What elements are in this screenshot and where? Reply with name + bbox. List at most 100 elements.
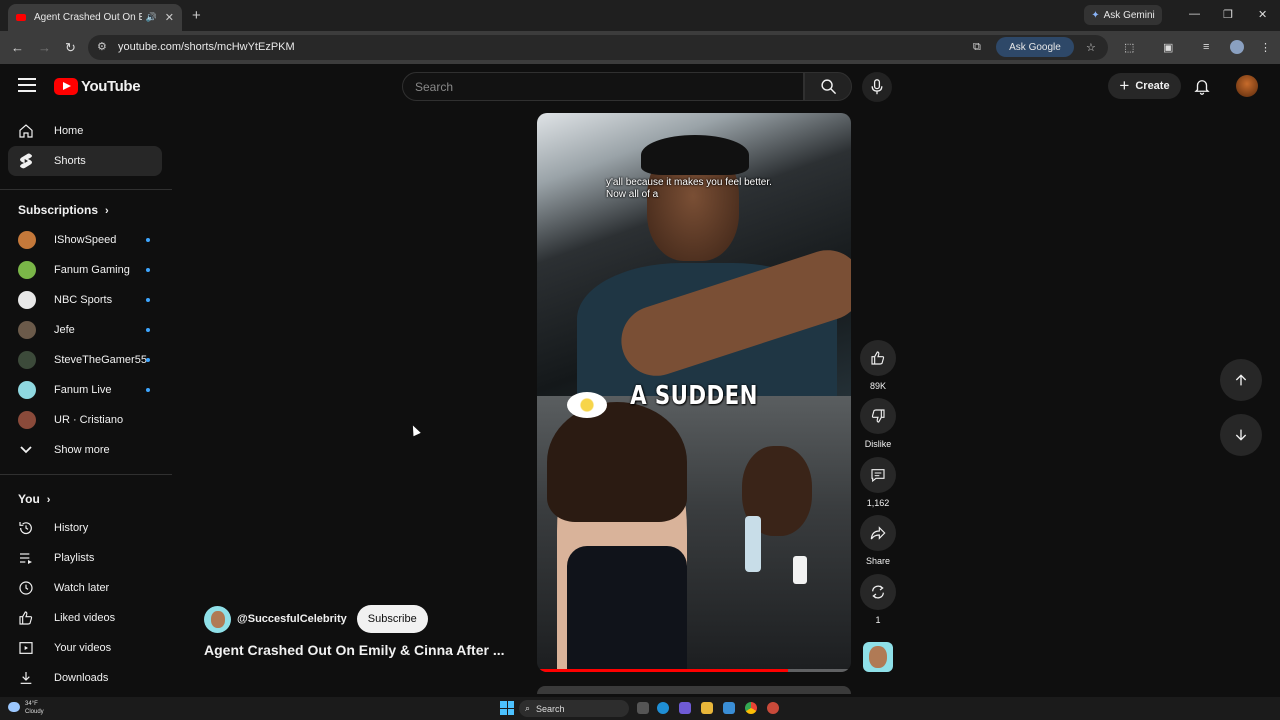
previous-short-button[interactable]: [1220, 359, 1262, 401]
speaker-icon[interactable]: 🔊: [146, 12, 157, 23]
short-video-player[interactable]: y'all because it makes you feel better. …: [537, 113, 851, 672]
account-avatar[interactable]: [1236, 75, 1258, 97]
windows-start-icon[interactable]: [500, 701, 514, 715]
omnibox[interactable]: ⚙ youtube.com/shorts/mcHwYtEzPKM: [88, 35, 1108, 60]
show-more-button[interactable]: Show more: [8, 435, 162, 465]
subscriptions-heading[interactable]: Subscriptions ›: [18, 203, 109, 217]
sidebar-item-your-videos[interactable]: Your videos: [8, 633, 162, 663]
subtitle-line: y'all because it makes you feel better.: [606, 177, 772, 188]
profile-icon[interactable]: [1230, 40, 1244, 54]
task-view-icon[interactable]: [637, 702, 649, 714]
subscribe-button[interactable]: Subscribe: [356, 605, 428, 633]
sidebar-item-home[interactable]: Home: [8, 116, 162, 146]
channel-name[interactable]: @SuccesfulCelebrity: [237, 613, 347, 625]
video-shape: [547, 402, 687, 522]
subscription-item[interactable]: Fanum Live: [8, 375, 162, 405]
browser-tab[interactable]: Agent Crashed Out On Emily & Cinna After…: [8, 4, 182, 31]
sidebar-item-downloads[interactable]: Downloads: [8, 663, 162, 693]
notifications-button[interactable]: [1193, 77, 1211, 100]
subscription-item[interactable]: UR · Cristiano: [8, 405, 162, 435]
taskbar-search[interactable]: ⌕ Search: [519, 700, 629, 717]
search-icon: ⌕: [525, 703, 531, 713]
create-button[interactable]: + Create: [1108, 73, 1181, 99]
share-button[interactable]: [860, 515, 896, 551]
new-content-dot: [146, 238, 150, 242]
short-title[interactable]: Agent Crashed Out On Emily & Cinna After…: [204, 642, 505, 658]
clock-icon: [18, 580, 34, 596]
voice-search-button[interactable]: [862, 72, 892, 102]
ask-google-button[interactable]: Ask Google: [996, 37, 1074, 57]
sidebar-item-shorts[interactable]: Shorts: [8, 146, 162, 176]
progress-fill: [537, 669, 789, 672]
subscription-item[interactable]: Fanum Gaming: [8, 255, 162, 285]
subscription-item[interactable]: IShowSpeed: [8, 225, 162, 255]
sidebar-item-liked-videos[interactable]: Liked videos: [8, 603, 162, 633]
app-icon[interactable]: [767, 702, 779, 714]
extensions-icon[interactable]: ⬚: [1124, 41, 1134, 54]
site-info-icon[interactable]: ⚙: [97, 40, 107, 53]
minimize-icon[interactable]: —: [1189, 8, 1200, 20]
chrome-icon[interactable]: [745, 702, 757, 714]
sound-source-thumbnail[interactable]: [863, 642, 893, 672]
browser-menu-icon[interactable]: ⋮: [1260, 41, 1271, 54]
install-app-icon[interactable]: ⧉: [973, 41, 981, 54]
channel-avatar: [18, 291, 36, 309]
new-tab-button[interactable]: +: [192, 7, 201, 24]
video-subtitle: y'all because it makes you feel better. …: [606, 177, 806, 201]
sidebar-item-playlists[interactable]: Playlists: [8, 543, 162, 573]
you-heading[interactable]: You ›: [18, 492, 50, 506]
share-arrow-icon: [870, 526, 886, 540]
copilot-icon[interactable]: [679, 702, 691, 714]
sidebar-item-label: Your videos: [54, 642, 112, 654]
ask-gemini-button[interactable]: ✦ Ask Gemini: [1084, 5, 1162, 25]
video-shape: [869, 646, 887, 668]
search-button[interactable]: [804, 72, 852, 101]
chevron-right-icon: ›: [46, 494, 51, 506]
channel-avatar[interactable]: [204, 605, 231, 633]
hamburger-menu-icon[interactable]: [18, 78, 36, 92]
reload-icon[interactable]: ↻: [65, 40, 76, 56]
store-icon[interactable]: [723, 702, 735, 714]
next-short-button[interactable]: [1220, 414, 1262, 456]
tab-search-icon[interactable]: ▣: [1163, 41, 1173, 54]
channel-avatar: [18, 381, 36, 399]
bookmark-star-icon[interactable]: ☆: [1086, 41, 1096, 54]
playlists-icon: [18, 550, 34, 566]
logo-text: YouTube: [81, 78, 141, 95]
subscription-item[interactable]: Jefe: [8, 315, 162, 345]
media-control-icon[interactable]: ≡: [1203, 41, 1209, 53]
search-input[interactable]: [403, 73, 783, 94]
sidebar-item-history[interactable]: History: [8, 513, 162, 543]
forward-icon[interactable]: →: [38, 40, 51, 55]
dislike-button[interactable]: [860, 398, 896, 434]
url-text[interactable]: youtube.com/shorts/mcHwYtEzPKM: [118, 41, 295, 53]
search-box[interactable]: [402, 72, 804, 101]
file-explorer-icon[interactable]: [701, 702, 713, 714]
subscription-item[interactable]: NBC Sports: [8, 285, 162, 315]
next-short-preview: [537, 686, 851, 694]
comments-button[interactable]: [860, 457, 896, 493]
video-shape: [641, 135, 749, 175]
sidebar-item-watch-later[interactable]: Watch later: [8, 573, 162, 603]
home-icon: [18, 123, 34, 139]
close-tab-icon[interactable]: ✕: [165, 11, 174, 24]
maximize-icon[interactable]: ❐: [1223, 8, 1233, 21]
video-progress-bar[interactable]: [537, 669, 851, 672]
weather-temp: 34°F: [25, 701, 38, 707]
remix-button[interactable]: [860, 574, 896, 610]
video-frame-top: [537, 113, 851, 403]
youtube-logo[interactable]: YouTube: [54, 78, 141, 95]
channel-avatar: [18, 231, 36, 249]
share-action: Share: [858, 515, 898, 566]
back-icon[interactable]: ←: [11, 40, 24, 55]
weather-widget[interactable]: 34°F Cloudy: [8, 700, 44, 716]
youtube-favicon-icon: [16, 14, 26, 21]
subscription-item[interactable]: SteveTheGamer55: [8, 345, 162, 375]
taskbar-search-label: Search: [536, 703, 565, 714]
video-frame-bottom: [537, 392, 851, 672]
like-button[interactable]: [860, 340, 896, 376]
windows-taskbar: 34°F Cloudy ⌕ Search: [0, 697, 1280, 720]
close-window-icon[interactable]: ✕: [1258, 8, 1267, 21]
video-shape: [210, 610, 225, 628]
edge-icon[interactable]: [657, 702, 669, 714]
